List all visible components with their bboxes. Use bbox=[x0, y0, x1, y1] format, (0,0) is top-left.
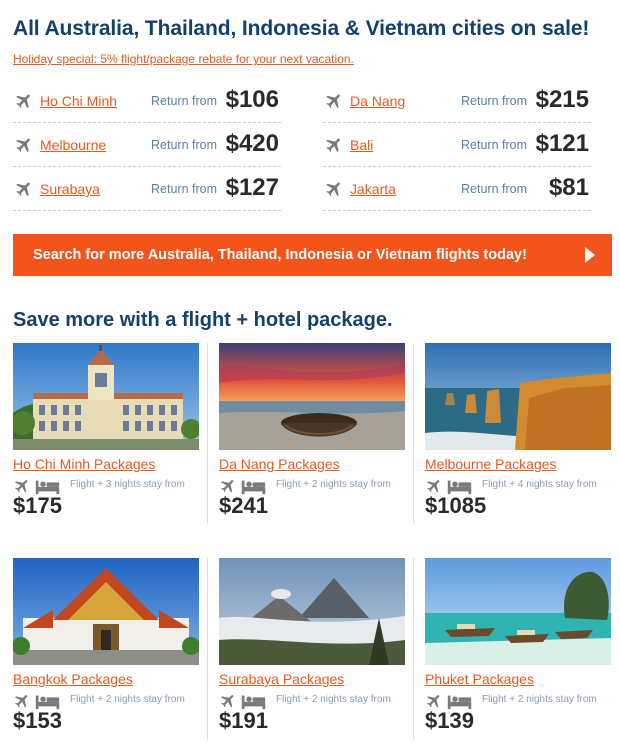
plane-icon bbox=[324, 135, 344, 155]
deal-city-link[interactable]: Melbourne bbox=[40, 137, 106, 153]
package-price: $191 bbox=[219, 708, 268, 733]
return-from-label: Return from bbox=[151, 138, 217, 152]
package-link[interactable]: Ho Chi Minh Packages bbox=[13, 456, 155, 472]
package-price: $1085 bbox=[425, 493, 487, 518]
deal-city-link[interactable]: Jakarta bbox=[350, 181, 396, 197]
deal-price: $81 bbox=[548, 174, 589, 201]
stay-label: Flight + 3 nights stay from bbox=[70, 479, 185, 490]
deal-melbourne: Melbourne Return from $420 bbox=[13, 123, 281, 167]
search-flights-button[interactable]: Search for more Australia, Thailand, Ind… bbox=[13, 234, 612, 276]
deal-price: $215 bbox=[535, 86, 589, 113]
package-link[interactable]: Surabaya Packages bbox=[219, 671, 344, 687]
stay-label: Flight + 2 nights stay from bbox=[482, 694, 597, 705]
deal-bali: Bali Return from $121 bbox=[323, 123, 591, 167]
deal-surabaya: Surabaya Return from $127 bbox=[13, 167, 281, 211]
melbourne-photo[interactable] bbox=[425, 343, 611, 450]
package-link[interactable]: Da Nang Packages bbox=[219, 456, 340, 472]
package-link[interactable]: Melbourne Packages bbox=[425, 456, 557, 472]
deal-price: $420 bbox=[225, 130, 279, 157]
plane-icon bbox=[324, 91, 344, 111]
plane-icon bbox=[14, 135, 34, 155]
deal-price: $127 bbox=[225, 174, 279, 201]
stay-label: Flight + 4 nights stay from bbox=[482, 479, 597, 490]
search-flights-label: Search for more Australia, Thailand, Ind… bbox=[33, 247, 527, 263]
divider bbox=[207, 343, 208, 523]
stay-label: Flight + 2 nights stay from bbox=[276, 694, 391, 705]
package-link[interactable]: Bangkok Packages bbox=[13, 671, 133, 687]
surabaya-photo[interactable] bbox=[219, 558, 405, 665]
package-link[interactable]: Phuket Packages bbox=[425, 671, 534, 687]
deal-ho-chi-minh: Ho Chi Minh Return from $106 bbox=[13, 79, 281, 123]
ho-chi-minh-photo[interactable] bbox=[13, 343, 199, 450]
deal-da-nang: Da Nang Return from $215 bbox=[323, 79, 591, 123]
divider bbox=[207, 558, 208, 740]
deal-city-link[interactable]: Ho Chi Minh bbox=[40, 93, 117, 109]
package-price: $139 bbox=[425, 708, 474, 733]
holiday-special-link[interactable]: Holiday special: 5% flight/package rebat… bbox=[13, 52, 354, 66]
packages-title: Save more with a flight + hotel package. bbox=[13, 309, 393, 331]
package-price: $175 bbox=[13, 493, 62, 518]
deal-city-link[interactable]: Bali bbox=[350, 137, 373, 153]
divider bbox=[413, 558, 414, 740]
phuket-photo[interactable] bbox=[425, 558, 611, 665]
deal-city-link[interactable]: Surabaya bbox=[40, 181, 100, 197]
package-price: $241 bbox=[219, 493, 268, 518]
return-from-label: Return from bbox=[461, 138, 527, 152]
deal-city-link[interactable]: Da Nang bbox=[350, 93, 405, 109]
deal-price: $121 bbox=[535, 130, 589, 157]
deal-jakarta: Jakarta Return from $81 bbox=[323, 167, 591, 211]
plane-icon bbox=[324, 179, 344, 199]
return-from-label: Return from bbox=[151, 94, 217, 108]
return-from-label: Return from bbox=[461, 94, 527, 108]
plane-icon bbox=[14, 91, 34, 111]
plane-icon bbox=[14, 179, 34, 199]
divider bbox=[413, 343, 414, 523]
page-title: All Australia, Thailand, Indonesia & Vie… bbox=[13, 17, 590, 40]
arrow-right-icon bbox=[585, 247, 595, 263]
return-from-label: Return from bbox=[151, 182, 217, 196]
bangkok-photo[interactable] bbox=[13, 558, 199, 665]
package-price: $153 bbox=[13, 708, 62, 733]
stay-label: Flight + 2 nights stay from bbox=[70, 694, 185, 705]
return-from-label: Return from bbox=[461, 182, 527, 196]
deal-price: $106 bbox=[225, 86, 279, 113]
da-nang-photo[interactable] bbox=[219, 343, 405, 450]
stay-label: Flight + 2 nights stay from bbox=[276, 479, 391, 490]
